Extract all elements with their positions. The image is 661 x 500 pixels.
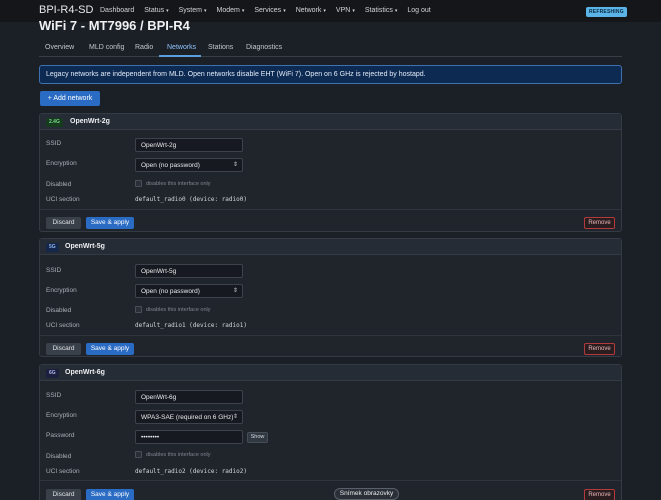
remove-button[interactable]: Remove: [584, 489, 615, 500]
card-header: 5G OpenWrt-5g: [40, 239, 621, 255]
chevron-down-icon: ▾: [283, 8, 286, 14]
encryption-select[interactable]: Open (no password) ⇕: [135, 284, 243, 298]
uci-label: UCI section: [46, 196, 80, 203]
brand-title[interactable]: BPI-R4-SD: [39, 4, 93, 16]
encryption-select[interactable]: Open (no password) ⇕: [135, 158, 243, 172]
uci-value: default_radio1 (device: radio1): [135, 322, 247, 329]
menu-network[interactable]: Network ▾: [296, 7, 326, 14]
remove-button[interactable]: Remove: [584, 343, 615, 355]
page-title: WiFi 7 - MT7996 / BPI-R4: [39, 18, 190, 33]
tab-bar: Overview MLD config Radio Networks Stati…: [39, 40, 622, 57]
ssid-label: SSID: [46, 140, 62, 147]
disabled-checkbox[interactable]: [135, 306, 142, 313]
disabled-checkbox[interactable]: [135, 180, 142, 187]
refreshing-badge: REFRESHING: [586, 7, 627, 17]
uci-value: default_radio2 (device: radio2): [135, 468, 247, 475]
password-input[interactable]: ••••••••: [135, 430, 243, 444]
uci-label: UCI section: [46, 322, 80, 329]
menu-vpn[interactable]: VPN ▾: [336, 7, 355, 14]
discard-button[interactable]: Discard: [46, 489, 81, 500]
ssid-label: SSID: [46, 392, 62, 399]
uci-value: default_radio0 (device: radio0): [135, 196, 247, 203]
info-notice: Legacy networks are independent from MLD…: [39, 65, 622, 84]
divider: [40, 209, 621, 210]
encryption-label: Encryption: [46, 287, 77, 294]
main-menu: Dashboard Status ▾ System ▾ Modem ▾ Service…: [100, 7, 441, 14]
ssid-label: SSID: [46, 267, 62, 274]
network-card-5g: 5G OpenWrt-5g SSID OpenWrt-5g Encryption…: [39, 238, 622, 357]
save-apply-button[interactable]: Save & apply: [86, 343, 134, 355]
chevron-down-icon: ▾: [394, 8, 398, 14]
menu-services[interactable]: Services ▾: [254, 7, 285, 14]
menu-modem[interactable]: Modem ▾: [216, 7, 244, 14]
tab-mld-config[interactable]: MLD config: [89, 44, 124, 51]
screenshot-tooltip: Snímek obrazovky: [334, 488, 399, 500]
disabled-hint: disables this interface only: [146, 307, 211, 313]
chevron-down-icon: ▾: [203, 8, 207, 14]
network-card-2g: 2.4G OpenWrt-2g SSID OpenWrt-2g Encrypti…: [39, 113, 622, 232]
disabled-checkbox[interactable]: [135, 451, 142, 458]
encryption-select[interactable]: WPA3-SAE (required on 6 GHz) ⇕: [135, 410, 243, 424]
save-apply-button[interactable]: Save & apply: [86, 217, 134, 229]
ssid-input[interactable]: OpenWrt-2g: [135, 138, 243, 152]
add-network-button[interactable]: + Add network: [40, 91, 100, 106]
disabled-label: Disabled: [46, 181, 72, 188]
disabled-label: Disabled: [46, 453, 72, 460]
menu-dashboard[interactable]: Dashboard: [100, 7, 134, 14]
tab-radio[interactable]: Radio: [135, 44, 153, 51]
discard-button[interactable]: Discard: [46, 343, 81, 355]
menu-logout[interactable]: Log out: [407, 7, 430, 14]
disabled-hint: disables this interface only: [146, 181, 211, 187]
chevron-updown-icon: ⇕: [232, 288, 238, 294]
encryption-label: Encryption: [46, 160, 77, 167]
network-card-6g: 6G OpenWrt-6g SSID OpenWrt-6g Encryption…: [39, 364, 622, 500]
divider: [40, 335, 621, 336]
show-password-button[interactable]: Show: [247, 432, 268, 443]
card-header: 2.4G OpenWrt-2g: [40, 114, 621, 130]
ssid-input[interactable]: OpenWrt-5g: [135, 264, 243, 278]
menu-system[interactable]: System ▾: [179, 7, 207, 14]
save-apply-button[interactable]: Save & apply: [86, 489, 134, 500]
band-badge: 2.4G: [46, 118, 63, 127]
tab-stations[interactable]: Stations: [208, 44, 233, 51]
divider: [40, 480, 621, 481]
chevron-down-icon: ▾: [352, 8, 355, 14]
chevron-updown-icon: ⇕: [232, 162, 238, 168]
network-name: OpenWrt-6g: [65, 369, 105, 376]
remove-button[interactable]: Remove: [584, 217, 615, 229]
chevron-down-icon: ▾: [166, 8, 169, 14]
network-name: OpenWrt-2g: [70, 118, 110, 125]
password-label: Password: [46, 432, 75, 439]
menu-statistics[interactable]: Statistics ▾: [365, 7, 398, 14]
tab-networks[interactable]: Networks: [167, 44, 196, 51]
disabled-hint: disables this interface only: [146, 452, 211, 458]
discard-button[interactable]: Discard: [46, 217, 81, 229]
chevron-down-icon: ▾: [241, 8, 245, 14]
chevron-updown-icon: ⇕: [232, 414, 238, 420]
band-badge: 5G: [46, 243, 59, 252]
chevron-down-icon: ▾: [323, 8, 326, 14]
encryption-label: Encryption: [46, 412, 77, 419]
card-header: 6G OpenWrt-6g: [40, 365, 621, 381]
uci-label: UCI section: [46, 468, 80, 475]
tab-diagnostics[interactable]: Diagnostics: [246, 44, 282, 51]
active-tab-indicator: [159, 55, 201, 57]
menu-status[interactable]: Status ▾: [144, 7, 168, 14]
disabled-label: Disabled: [46, 307, 72, 314]
band-badge: 6G: [46, 369, 59, 378]
tab-overview[interactable]: Overview: [45, 44, 74, 51]
ssid-input[interactable]: OpenWrt-6g: [135, 390, 243, 404]
network-name: OpenWrt-5g: [65, 243, 105, 250]
